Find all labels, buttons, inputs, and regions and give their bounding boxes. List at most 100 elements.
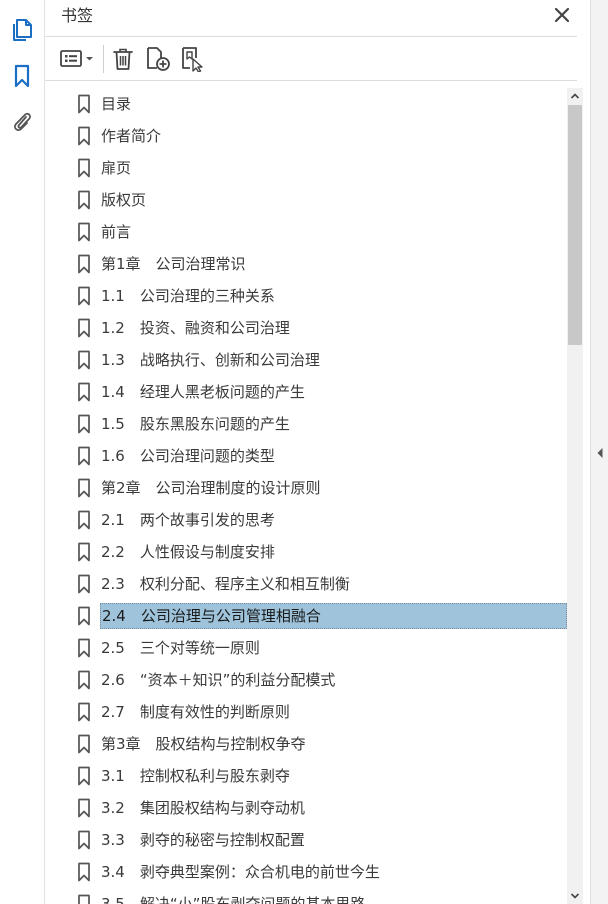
bookmark-item[interactable]: 2.1 两个故事引发的思考 [73,507,567,533]
bookmark-icon [78,830,90,850]
bookmark-label: 第1章 公司治理常识 [101,255,246,273]
bookmark-label: 2.2 人性假设与制度安排 [101,543,275,561]
chevron-left-icon [597,448,603,458]
bookmark-item[interactable]: 1.3 战略执行、创新和公司治理 [73,347,567,373]
new-bookmark-icon [147,47,170,71]
bookmark-icon [78,606,90,626]
bookmark-item[interactable]: 版权页 [73,187,567,213]
bookmark-item[interactable]: 3.2 集团股权结构与剥夺动机 [73,795,567,821]
bookmark-icon [78,574,90,594]
bookmark-item[interactable]: 2.5 三个对等统一原则 [73,635,567,661]
bookmark-label: 3.2 集团股权结构与剥夺动机 [101,799,305,817]
delete-bookmark-button[interactable] [112,46,134,72]
bookmark-item[interactable]: 目录 [73,91,567,117]
bookmark-label: 前言 [101,223,132,241]
bookmark-label: 3.4 剥夺典型案例：众合机电的前世今生 [101,863,380,881]
bookmark-item[interactable]: 3.5 解决“小”股东剥夺问题的基本思路 [73,891,567,904]
bookmark-icon [78,158,90,178]
bookmarks-panel-button[interactable] [8,62,36,90]
bookmark-icon [78,318,90,338]
delete-icon [113,48,133,70]
bookmark-icon [14,64,30,88]
bookmarks-window: 书签 目录 作者简介 扉页 版权页 前言 第1章 公司治理常识 1.1 公司治理… [0,0,608,904]
bookmark-label: 2.7 制度有效性的判断原则 [101,703,290,721]
close-panel-button[interactable] [553,6,571,24]
attachments-panel-button[interactable] [8,108,36,136]
bookmark-label: 1.1 公司治理的三种关系 [101,287,275,305]
bookmark-item[interactable]: 1.2 投资、融资和公司治理 [73,315,567,341]
bookmark-item[interactable]: 3.1 控制权私利与股东剥夺 [73,763,567,789]
bookmark-item[interactable]: 2.2 人性假设与制度安排 [73,539,567,565]
bookmark-label: 2.6 “资本＋知识”的利益分配模式 [101,671,336,689]
bookmark-item[interactable]: 第2章 公司治理制度的设计原则 [73,475,567,501]
bookmark-icon [78,894,90,904]
new-bookmark-from-selection-button[interactable] [180,46,206,72]
bookmark-item[interactable]: 1.1 公司治理的三种关系 [73,283,567,309]
bookmark-label: 1.6 公司治理问题的类型 [101,447,275,465]
bookmark-item[interactable]: 2.3 权利分配、程序主义和相互制衡 [73,571,567,597]
bookmark-tree: 目录作者简介扉页版权页前言第1章 公司治理常识 1.1 公司治理的三种关系 1.2 … [45,88,567,904]
bookmark-icon [78,286,90,306]
bookmark-item[interactable]: 3.3 剥夺的秘密与控制权配置 [73,827,567,853]
bookmark-label: 版权页 [101,191,147,209]
bookmark-label: 目录 [101,95,132,113]
bookmark-item[interactable]: 3.4 剥夺典型案例：众合机电的前世今生 [73,859,567,885]
chevron-down-icon [570,893,580,899]
bookmark-label: 3.1 控制权私利与股东剥夺 [101,767,290,785]
bookmark-icon [78,798,90,818]
bookmark-icon [78,222,90,242]
new-bookmark-from-selection-icon [182,47,203,72]
new-bookmark-button[interactable] [145,46,171,72]
bookmark-icon [78,126,90,146]
bookmark-icon [78,670,90,690]
bookmark-icon [78,478,90,498]
bookmark-item[interactable]: 第3章 股权结构与控制权争夺 [73,731,567,757]
bookmark-label: 扉页 [101,159,132,177]
bookmark-icon [78,446,90,466]
pages-panel-button[interactable] [8,16,36,44]
toolbar-separator [103,45,104,73]
bookmark-icon [78,638,90,658]
bookmark-icon [78,542,90,562]
bookmark-label: 1.5 股东黑股东问题的产生 [101,415,290,433]
options-menu-icon [60,50,93,67]
bookmark-item[interactable]: 2.6 “资本＋知识”的利益分配模式 [73,667,567,693]
bookmark-label: 2.4 公司治理与公司管理相融合 [100,603,567,629]
options-menu-button[interactable] [59,46,97,72]
bookmark-icon [78,766,90,786]
scroll-down-button[interactable] [567,888,583,904]
bookmark-icon [78,254,90,274]
bookmark-icon [78,734,90,754]
bookmark-item[interactable]: 2.4 公司治理与公司管理相融合 [73,603,567,629]
vertical-scrollbar[interactable] [567,88,583,904]
panel-collapse-strip [590,0,608,904]
bookmark-label: 1.4 经理人黑老板问题的产生 [101,383,305,401]
pages-icon [13,19,32,41]
bookmark-label: 3.3 剥夺的秘密与控制权配置 [101,831,305,849]
bookmarks-panel: 书签 目录 作者简介 扉页 版权页 前言 第1章 公司治理常识 1.1 公司治理… [45,0,590,904]
bookmark-item[interactable]: 2.7 制度有效性的判断原则 [73,699,567,725]
chevron-up-icon [570,93,580,99]
bookmark-label: 作者简介 [101,127,162,145]
bookmark-label: 2.5 三个对等统一原则 [101,639,260,657]
scroll-thumb[interactable] [568,105,582,345]
bookmark-label: 第3章 股权结构与控制权争夺 [101,735,306,753]
bookmark-item[interactable]: 作者简介 [73,123,567,149]
bookmark-item[interactable]: 1.4 经理人黑老板问题的产生 [73,379,567,405]
bookmark-item[interactable]: 扉页 [73,155,567,181]
bookmark-item[interactable]: 1.6 公司治理问题的类型 [73,443,567,469]
bookmark-item[interactable]: 第1章 公司治理常识 [73,251,567,277]
panel-header: 书签 [45,0,577,37]
bookmark-icon [78,510,90,530]
bookmark-label: 2.1 两个故事引发的思考 [101,511,275,529]
close-icon [554,7,570,23]
navigation-rail [0,0,45,904]
attachment-icon [14,112,31,131]
bookmark-label: 1.2 投资、融资和公司治理 [101,319,290,337]
bookmark-label: 3.5 解决“小”股东剥夺问题的基本思路 [101,895,366,904]
bookmark-item[interactable]: 1.5 股东黑股东问题的产生 [73,411,567,437]
bookmark-item[interactable]: 前言 [73,219,567,245]
bookmark-icon [78,94,90,114]
collapse-panel-button[interactable] [594,444,606,462]
scroll-up-button[interactable] [567,88,583,104]
